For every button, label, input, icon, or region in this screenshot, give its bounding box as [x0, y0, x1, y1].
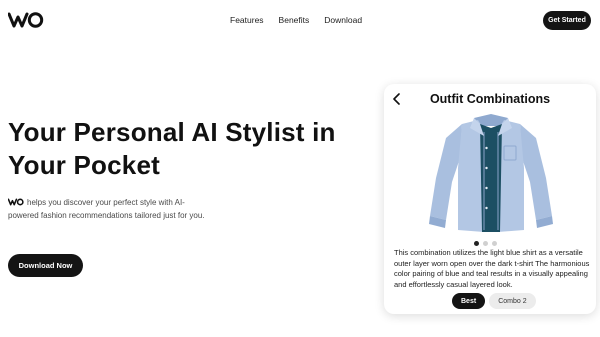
nav-links: Features Benefits Download: [230, 15, 362, 25]
card-description: This combination utilizes the light blue…: [394, 248, 590, 289]
combo-tabs: Best Combo 2: [452, 293, 536, 309]
carousel-dot[interactable]: [492, 241, 497, 246]
nav-link-features[interactable]: Features: [230, 15, 264, 25]
download-now-button[interactable]: Download Now: [8, 254, 83, 277]
hero-description: helps you discover your perfect style wi…: [8, 196, 213, 222]
nav-link-download[interactable]: Download: [324, 15, 362, 25]
tab-combo-2[interactable]: Combo 2: [489, 293, 536, 309]
shirt-image: [429, 114, 553, 232]
card-title: Outfit Combinations: [429, 92, 551, 106]
hero-title: Your Personal AI Stylist in Your Pocket: [8, 117, 336, 180]
outfit-card: Outfit Combinations This combination uti…: [384, 84, 596, 314]
carousel-dot[interactable]: [474, 241, 479, 246]
top-nav: Features Benefits Download Get Started: [0, 0, 600, 40]
wo-logo[interactable]: [8, 11, 44, 29]
wo-logo-inline: [8, 198, 24, 206]
tab-best[interactable]: Best: [452, 293, 486, 309]
hero-description-text: helps you discover your perfect style wi…: [8, 198, 205, 220]
carousel-dot[interactable]: [483, 241, 488, 246]
carousel-dots: [474, 241, 497, 246]
get-started-button[interactable]: Get Started: [543, 11, 591, 30]
nav-link-benefits[interactable]: Benefits: [279, 15, 310, 25]
